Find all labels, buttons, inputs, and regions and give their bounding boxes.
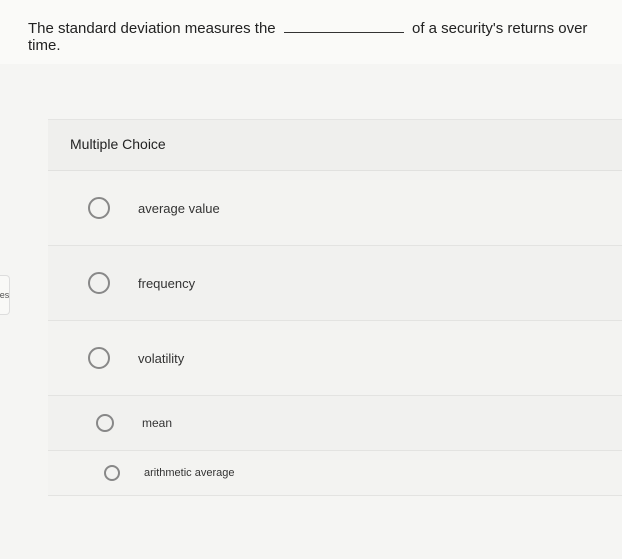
option-label: frequency xyxy=(138,276,195,291)
question-blank xyxy=(284,18,404,33)
option-row-arithmetic-average[interactable]: arithmetic average xyxy=(48,451,622,496)
option-row-volatility[interactable]: volatility xyxy=(48,321,622,396)
option-row-average-value[interactable]: average value xyxy=(48,171,622,246)
radio-icon[interactable] xyxy=(96,414,114,432)
option-row-frequency[interactable]: frequency xyxy=(48,246,622,321)
option-row-mean[interactable]: mean xyxy=(48,396,622,451)
radio-icon[interactable] xyxy=(104,465,120,481)
option-label: average value xyxy=(138,201,220,216)
multiple-choice-container: Multiple Choice average value frequency … xyxy=(48,119,622,496)
option-label: arithmetic average xyxy=(144,467,235,479)
radio-icon[interactable] xyxy=(88,347,110,369)
side-panel-stub: es xyxy=(0,275,10,315)
question-stem: The standard deviation measures the of a… xyxy=(0,0,622,64)
option-label: mean xyxy=(142,416,172,430)
mc-heading: Multiple Choice xyxy=(48,120,622,171)
radio-icon[interactable] xyxy=(88,197,110,219)
radio-icon[interactable] xyxy=(88,272,110,294)
question-text-part1: The standard deviation measures the xyxy=(28,20,276,37)
option-label: volatility xyxy=(138,351,184,366)
